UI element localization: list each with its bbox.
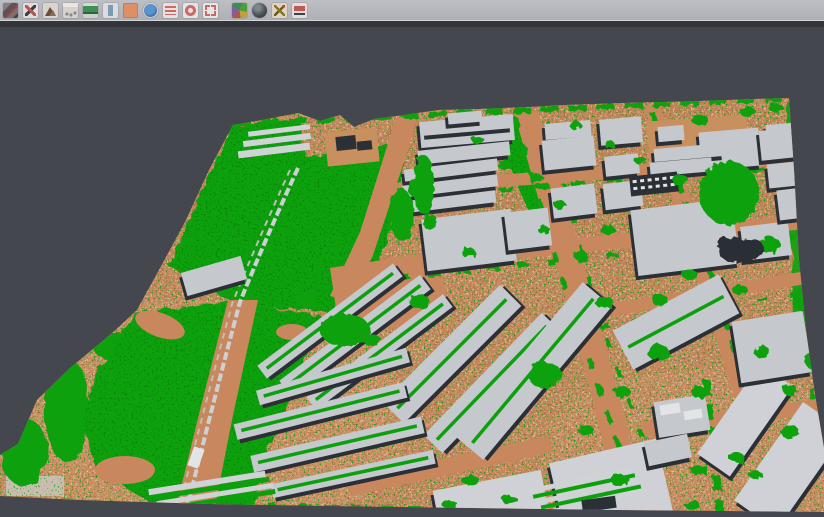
tree-blob (414, 155, 434, 215)
measure-cross-icon[interactable] (272, 3, 287, 18)
mountain-dem-icon[interactable] (43, 3, 58, 18)
target-ring-icon[interactable] (183, 3, 198, 18)
tree-blob (614, 386, 630, 398)
building-roof (445, 111, 483, 129)
tree-blob (749, 471, 763, 479)
tree-blob (684, 501, 700, 509)
tree-blob (781, 425, 799, 439)
classification-edit-icon[interactable] (23, 3, 38, 18)
tree-blob (461, 475, 479, 485)
tree-blob (573, 250, 587, 260)
tree-blob (728, 452, 744, 462)
tree-blob (634, 156, 646, 164)
tree-blob (754, 346, 770, 358)
point-sampling-icon[interactable] (63, 3, 78, 18)
tree-blob (320, 314, 370, 346)
tree-blob (605, 141, 615, 149)
toolbar-shadow-strip (0, 21, 824, 27)
tree-blob (783, 384, 797, 396)
tree-blob (410, 295, 430, 309)
building-roof (729, 311, 813, 388)
building-roof (596, 116, 643, 150)
tree-blob (533, 174, 543, 182)
tree-blob (601, 225, 615, 235)
tree-blob (569, 121, 581, 129)
tree-blob (647, 344, 669, 360)
3d-viewport[interactable] (0, 27, 824, 517)
tree-blob (769, 103, 783, 113)
tree-blob (610, 474, 630, 486)
tree-blob (472, 136, 484, 144)
tree-blob (691, 465, 709, 475)
sphere-render-icon[interactable] (252, 3, 267, 18)
tree-blob (732, 285, 748, 295)
tree-blob (692, 114, 708, 126)
tree-blob (461, 247, 475, 257)
shadow-block (357, 140, 373, 151)
tree-blob (578, 425, 594, 435)
tree-blob (554, 201, 566, 209)
tree-blob (740, 107, 756, 117)
app-window (0, 0, 824, 517)
tree-blob (502, 496, 518, 504)
tree-blob (595, 296, 613, 308)
globe-3d-icon[interactable] (143, 3, 158, 18)
shadow-block (335, 135, 356, 151)
tree-blob (691, 386, 709, 398)
orthophoto-tile-icon[interactable] (123, 3, 138, 18)
layer-stack-icon[interactable] (163, 3, 178, 18)
color-mosaic-icon[interactable] (232, 3, 247, 18)
tree-blob (699, 161, 759, 225)
tree-blob (682, 270, 698, 280)
tree-blob (498, 160, 512, 170)
toolbar (0, 0, 824, 21)
tree-blob (296, 293, 316, 307)
flag-marker-icon[interactable] (292, 3, 307, 18)
tree-blob (390, 189, 414, 241)
selection-bounds-icon[interactable] (203, 3, 218, 18)
tree-blob (652, 294, 668, 306)
terrain-surface-icon[interactable] (83, 3, 98, 18)
tree-blob (538, 226, 550, 234)
tree-blob (424, 213, 436, 231)
profile-panel-icon[interactable] (103, 3, 118, 18)
image-texture-icon[interactable] (3, 3, 18, 18)
building-roof (539, 135, 597, 175)
building-roof (654, 125, 685, 146)
tree-blob (528, 362, 562, 388)
tree-blob (672, 174, 688, 186)
